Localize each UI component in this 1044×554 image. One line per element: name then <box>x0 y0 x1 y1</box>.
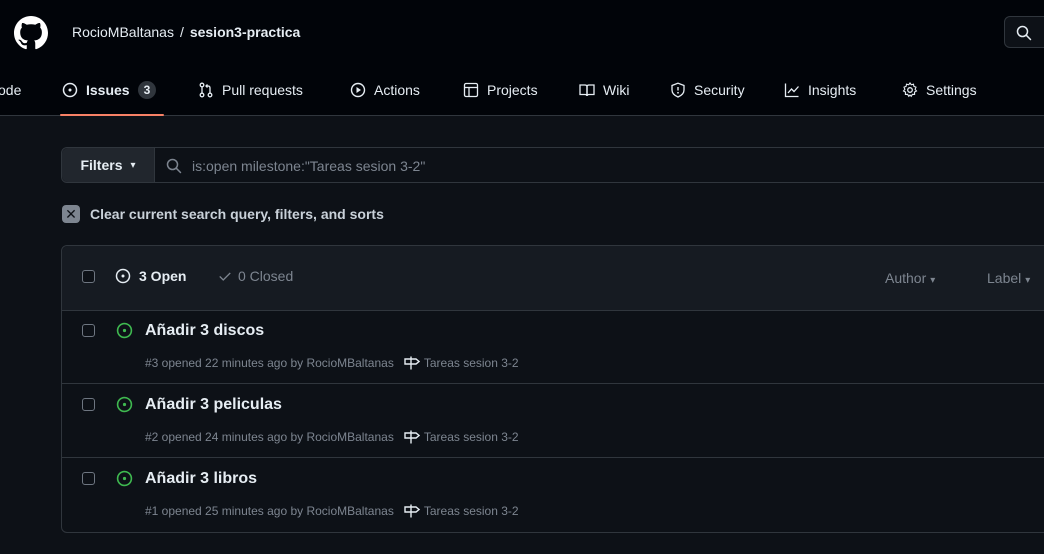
issues-filter-bar: Filters ▾ <box>61 147 1044 184</box>
tab-issues-label: Issues <box>86 82 130 98</box>
github-logo-icon[interactable] <box>14 16 48 50</box>
filters-dropdown-button[interactable]: Filters ▾ <box>62 148 155 182</box>
issue-opened-info: #3 opened 22 minutes ago by RocioMBaltan… <box>145 356 394 370</box>
tab-actions[interactable]: Actions <box>350 66 420 114</box>
tab-security[interactable]: Security <box>670 66 745 114</box>
table-icon <box>463 82 479 98</box>
repo-name-link[interactable]: sesion3-practica <box>190 24 301 40</box>
tab-security-label: Security <box>694 82 745 98</box>
issue-milestone-link[interactable]: Tareas sesion 3-2 <box>404 504 519 518</box>
search-icon <box>1016 25 1032 41</box>
tab-wiki[interactable]: Wiki <box>579 66 629 114</box>
repo-nav: ode Issues 3 Pull requests Actions Proje… <box>0 66 1044 116</box>
issue-opened-icon <box>62 82 78 98</box>
issue-meta: #3 opened 22 minutes ago by RocioMBaltan… <box>145 356 519 370</box>
issue-opened-icon <box>116 322 133 339</box>
tab-projects-label: Projects <box>487 82 538 98</box>
play-icon <box>350 82 366 98</box>
filters-button-label: Filters <box>80 157 123 173</box>
label-filter-label: Label <box>987 270 1022 286</box>
milestone-icon <box>404 430 420 444</box>
issue-checkbox[interactable] <box>82 324 95 337</box>
tab-insights[interactable]: Insights <box>784 66 856 114</box>
tab-code[interactable]: ode <box>0 66 21 114</box>
issue-title-link[interactable]: Añadir 3 peliculas <box>145 396 282 414</box>
issue-row[interactable]: Añadir 3 libros #1 opened 25 minutes ago… <box>62 458 1044 532</box>
issue-row[interactable]: Añadir 3 discos #3 opened 22 minutes ago… <box>62 310 1044 384</box>
select-all-checkbox[interactable] <box>82 270 95 283</box>
caret-down-icon: ▾ <box>1025 275 1031 286</box>
clear-filters-link[interactable]: ✕ Clear current search query, filters, a… <box>62 205 384 223</box>
issue-title-link[interactable]: Añadir 3 libros <box>145 470 257 488</box>
issue-meta: #1 opened 25 minutes ago by RocioMBaltan… <box>145 504 519 518</box>
tab-pull-requests-label: Pull requests <box>222 82 303 98</box>
issue-opened-info: #2 opened 24 minutes ago by RocioMBaltan… <box>145 430 394 444</box>
check-icon <box>219 272 231 281</box>
shield-icon <box>671 82 685 98</box>
issue-milestone-link[interactable]: Tareas sesion 3-2 <box>404 430 519 444</box>
issue-meta: #2 opened 24 minutes ago by RocioMBaltan… <box>145 430 519 444</box>
clear-filters-label: Clear current search query, filters, and… <box>90 206 384 222</box>
book-icon <box>579 84 595 97</box>
open-issues-filter[interactable]: 3 Open <box>115 268 186 284</box>
gear-icon <box>902 82 918 98</box>
tab-pull-requests[interactable]: Pull requests <box>198 66 303 114</box>
issue-checkbox[interactable] <box>82 398 95 411</box>
issue-milestone-label: Tareas sesion 3-2 <box>423 504 519 518</box>
tab-code-label: ode <box>0 82 22 98</box>
git-pull-request-icon <box>199 82 213 98</box>
issue-opened-icon <box>116 396 133 413</box>
repo-breadcrumb: RocioMBaltanas / sesion3-practica <box>72 24 300 40</box>
issue-milestone-link[interactable]: Tareas sesion 3-2 <box>404 356 519 370</box>
milestone-icon <box>404 356 420 370</box>
issues-count-badge: 3 <box>137 81 157 99</box>
issue-milestone-label: Tareas sesion 3-2 <box>423 356 519 370</box>
tab-settings[interactable]: Settings <box>902 66 977 114</box>
caret-down-icon: ▾ <box>930 275 936 286</box>
tab-settings-label: Settings <box>926 82 977 98</box>
author-filter-label: Author <box>885 270 927 286</box>
graph-icon <box>784 83 799 98</box>
global-search-button[interactable] <box>1004 16 1044 48</box>
repo-owner-link[interactable]: RocioMBaltanas <box>72 24 174 40</box>
open-issues-label: 3 Open <box>139 268 187 284</box>
closed-issues-filter[interactable]: 0 Closed <box>218 268 293 284</box>
label-filter-dropdown[interactable]: Label ▾ <box>987 270 1030 286</box>
issues-search-input[interactable] <box>190 148 994 184</box>
closed-issues-label: 0 Closed <box>238 268 294 284</box>
caret-down-icon: ▾ <box>130 159 136 171</box>
issue-title-link[interactable]: Añadir 3 discos <box>145 322 264 340</box>
issue-checkbox[interactable] <box>82 472 95 485</box>
issue-opened-info: #1 opened 25 minutes ago by RocioMBaltan… <box>145 504 394 518</box>
tab-insights-label: Insights <box>808 82 857 98</box>
author-filter-dropdown[interactable]: Author ▾ <box>885 270 935 286</box>
tab-issues[interactable]: Issues 3 <box>59 66 165 116</box>
issues-list-header: 3 Open 0 Closed Author ▾ Label ▾ <box>62 246 1044 311</box>
repo-header: RocioMBaltanas / sesion3-practica ode Issu… <box>0 0 1044 116</box>
issue-milestone-label: Tareas sesion 3-2 <box>423 430 519 444</box>
tab-actions-label: Actions <box>374 82 420 98</box>
issue-opened-icon <box>115 268 131 284</box>
breadcrumb-separator: / <box>179 24 184 40</box>
tab-wiki-label: Wiki <box>603 82 630 98</box>
search-icon <box>166 158 182 174</box>
tab-projects[interactable]: Projects <box>463 66 538 114</box>
issue-opened-icon <box>116 470 133 487</box>
issues-list: 3 Open 0 Closed Author ▾ Label ▾ Añadir 3 … <box>61 245 1044 533</box>
milestone-icon <box>404 504 420 518</box>
x-icon: ✕ <box>62 205 80 223</box>
issue-row[interactable]: Añadir 3 peliculas #2 opened 24 minutes … <box>62 384 1044 458</box>
